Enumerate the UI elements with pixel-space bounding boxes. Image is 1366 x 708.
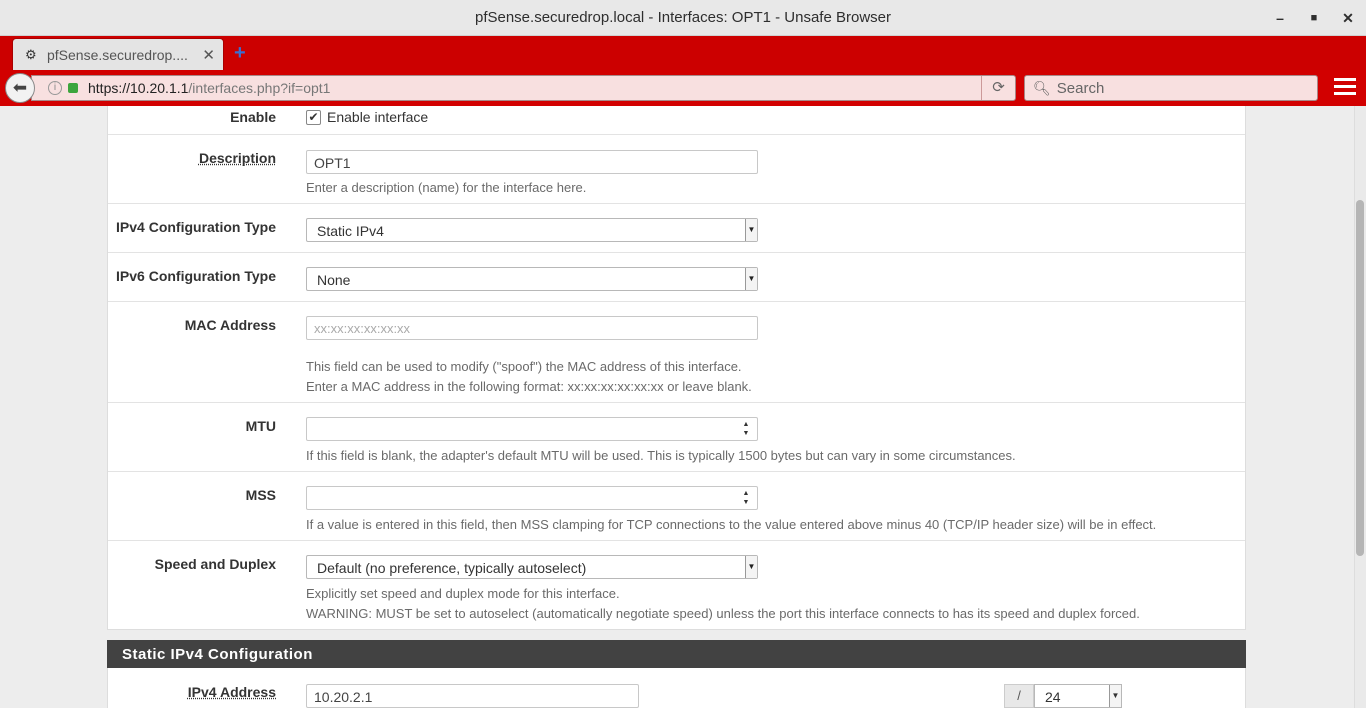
- dropdown-arrow-icon: ▼: [745, 219, 757, 241]
- dropdown-arrow-icon: ▼: [745, 556, 757, 578]
- url-bar[interactable]: i https://10.20.1.1/interfaces.php?if=op…: [31, 75, 1016, 101]
- row-speed-duplex: Speed and Duplex Default (no preference,…: [108, 541, 1245, 630]
- description-help: Enter a description (name) for the inter…: [306, 180, 587, 195]
- info-icon[interactable]: i: [48, 81, 62, 95]
- mac-help-2: Enter a MAC address in the following for…: [306, 379, 752, 394]
- row-ipv4-type: IPv4 Configuration Type Static IPv4 ▼: [108, 204, 1245, 253]
- mac-address-label: MAC Address: [184, 317, 276, 333]
- tab-strip: ⚙ pfSense.securedrop.... ✕ +: [0, 36, 1366, 70]
- minimize-icon[interactable]: –: [1271, 9, 1289, 27]
- hamburger-menu-icon[interactable]: [1334, 78, 1356, 98]
- checkmark-icon: ✔: [306, 109, 321, 125]
- speed-duplex-value: Default (no preference, typically autose…: [317, 560, 587, 576]
- reload-icon[interactable]: ⟳: [981, 76, 1015, 100]
- search-placeholder: Search: [1056, 79, 1105, 97]
- window-titlebar: pfSense.securedrop.local - Interfaces: O…: [0, 0, 1366, 36]
- url-path: /interfaces.php?if=opt1: [188, 80, 331, 96]
- enable-checkbox[interactable]: ✔ Enable interface: [306, 109, 428, 125]
- speed-duplex-select[interactable]: Default (no preference, typically autose…: [306, 555, 758, 579]
- ipv6-type-select[interactable]: None ▼: [306, 267, 758, 291]
- enable-checkbox-label: Enable interface: [327, 109, 429, 125]
- spinner-icon[interactable]: ▲ ▼: [741, 420, 751, 438]
- ipv4-type-value: Static IPv4: [317, 223, 384, 239]
- mtu-input[interactable]: ▲ ▼: [306, 417, 758, 441]
- lock-icon: [68, 83, 78, 93]
- ipv6-type-label: IPv6 Configuration Type: [116, 268, 276, 284]
- maximize-icon[interactable]: ■: [1305, 9, 1323, 27]
- row-ipv6-type: IPv6 Configuration Type None ▼: [108, 253, 1245, 302]
- static-ipv4-panel: IPv4 Address 10.20.2.1 / 24 ▼: [107, 668, 1246, 708]
- speed-help-1: Explicitly set speed and duplex mode for…: [306, 586, 620, 601]
- description-input[interactable]: OPT1: [306, 150, 758, 174]
- interface-config-panel: Enable ✔ Enable interface Description OP…: [107, 106, 1246, 630]
- window-title: pfSense.securedrop.local - Interfaces: O…: [474, 9, 891, 26]
- dropdown-arrow-icon: ▼: [1109, 685, 1121, 707]
- row-mac-address: MAC Address xx:xx:xx:xx:xx:xx This field…: [108, 302, 1245, 403]
- row-enable: Enable ✔ Enable interface: [108, 106, 1245, 135]
- vertical-scrollbar[interactable]: [1354, 106, 1366, 708]
- mss-help: If a value is entered in this field, the…: [306, 517, 1157, 532]
- enable-label: Enable: [230, 109, 276, 125]
- tab-title: pfSense.securedrop....: [47, 46, 188, 63]
- row-description: Description OPT1 Enter a description (na…: [108, 135, 1245, 204]
- dropdown-arrow-icon: ▼: [745, 268, 757, 290]
- url-text[interactable]: https://10.20.1.1/interfaces.php?if=opt1: [88, 80, 330, 96]
- row-mss: MSS ▲ ▼ If a value is entered in this fie…: [108, 472, 1245, 541]
- url-host: https://10.20.1.1: [88, 80, 189, 96]
- description-label[interactable]: Description: [199, 150, 276, 166]
- cidr-select[interactable]: 24 ▼: [1034, 684, 1122, 708]
- back-button[interactable]: ⬅: [5, 73, 35, 103]
- navigation-bar: i https://10.20.1.1/interfaces.php?if=op…: [0, 70, 1366, 106]
- ipv6-type-value: None: [317, 272, 351, 288]
- tab-close-icon[interactable]: ✕: [202, 46, 215, 64]
- close-icon[interactable]: ✕: [1339, 9, 1357, 27]
- speed-duplex-label: Speed and Duplex: [154, 556, 276, 572]
- static-ipv4-section-heading: Static IPv4 Configuration: [107, 640, 1246, 668]
- cidr-slash: /: [1004, 684, 1034, 708]
- browser-tab[interactable]: ⚙ pfSense.securedrop.... ✕: [12, 38, 224, 70]
- ipv4-address-input[interactable]: 10.20.2.1: [306, 684, 639, 708]
- ipv4-type-select[interactable]: Static IPv4 ▼: [306, 218, 758, 242]
- search-icon: 🔍︎: [1033, 79, 1051, 96]
- mac-help-1: This field can be used to modify ("spoof…: [306, 359, 742, 374]
- mtu-label: MTU: [245, 418, 276, 434]
- row-mtu: MTU ▲ ▼ If this field is blank, the adapt…: [108, 403, 1245, 472]
- spinner-icon[interactable]: ▲ ▼: [741, 489, 751, 507]
- mac-address-input[interactable]: xx:xx:xx:xx:xx:xx: [306, 316, 758, 340]
- mss-input[interactable]: ▲ ▼: [306, 486, 758, 510]
- back-arrow-icon: ⬅: [12, 78, 28, 97]
- mss-label: MSS: [245, 487, 276, 503]
- ipv4-type-label: IPv4 Configuration Type: [116, 219, 276, 235]
- search-bar[interactable]: 🔍︎ Search: [1024, 75, 1318, 101]
- ipv4-address-label[interactable]: IPv4 Address: [188, 684, 276, 700]
- mtu-help: If this field is blank, the adapter's de…: [306, 448, 1016, 463]
- speed-help-2: WARNING: MUST be set to autoselect (auto…: [306, 606, 1140, 621]
- new-tab-icon[interactable]: +: [234, 42, 246, 65]
- favicon-icon: ⚙: [25, 46, 37, 62]
- page-viewport: Enable ✔ Enable interface Description OP…: [0, 106, 1366, 708]
- cidr-value: 24: [1045, 689, 1061, 705]
- scrollbar-thumb[interactable]: [1356, 200, 1364, 556]
